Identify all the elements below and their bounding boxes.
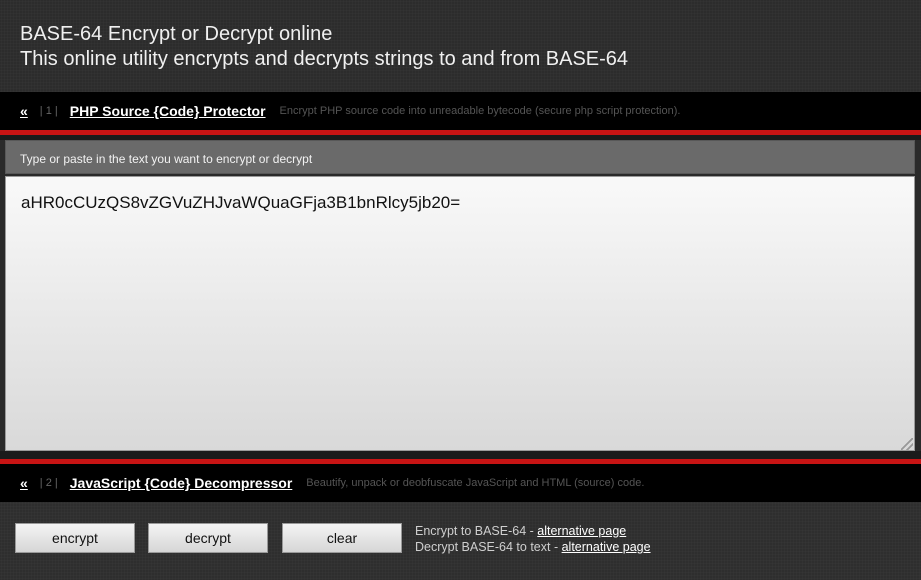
nav-description-bottom: Beautify, unpack or deobfuscate JavaScri… xyxy=(306,477,645,489)
related-tool-nav-bottom: « | 2 | JavaScript {Code} Decompressor B… xyxy=(0,464,921,502)
page-title: BASE-64 Encrypt or Decrypt online xyxy=(20,23,333,45)
encrypt-button[interactable]: encrypt xyxy=(15,523,135,553)
resize-grip-icon[interactable] xyxy=(901,438,913,450)
decrypt-alternative-line: Decrypt BASE-64 to text - alternative pa… xyxy=(415,539,651,555)
javascript-decompressor-link[interactable]: JavaScript {Code} Decompressor xyxy=(70,475,293,491)
prev-arrow-link[interactable]: « xyxy=(20,103,28,119)
encrypt-alternative-text: Encrypt to BASE-64 - xyxy=(415,524,538,538)
decrypt-button[interactable]: decrypt xyxy=(148,523,268,553)
alternative-pages: Encrypt to BASE-64 - alternative page De… xyxy=(415,523,651,555)
nav-index-label-bottom: | 2 | xyxy=(39,477,58,489)
nav-description: Encrypt PHP source code into unreadable … xyxy=(279,105,681,117)
decrypt-alternative-link[interactable]: alternative page xyxy=(562,540,651,554)
divider-gap-bottom xyxy=(0,451,921,459)
clear-button[interactable]: clear xyxy=(282,523,402,553)
page-header: BASE-64 Encrypt or Decrypt online This o… xyxy=(0,0,921,92)
input-label: Type or paste in the text you want to en… xyxy=(5,140,915,174)
encrypt-alternative-line: Encrypt to BASE-64 - alternative page xyxy=(415,523,651,539)
text-input-area[interactable]: aHR0cCUzQS8vZGVuZHJvaWQuaGFja3B1bnRlcy5j… xyxy=(5,176,915,451)
decrypt-alternative-text: Decrypt BASE-64 to text - xyxy=(415,540,562,554)
page-subtitle: This online utility encrypts and decrypt… xyxy=(20,48,629,70)
related-tool-nav-top: « | 1 | PHP Source {Code} Protector Encr… xyxy=(0,92,921,130)
nav-index-label: | 1 | xyxy=(39,105,58,117)
php-source-protector-link[interactable]: PHP Source {Code} Protector xyxy=(70,103,266,119)
prev-arrow-link-bottom[interactable]: « xyxy=(20,475,28,491)
encrypt-alternative-link[interactable]: alternative page xyxy=(537,524,626,538)
